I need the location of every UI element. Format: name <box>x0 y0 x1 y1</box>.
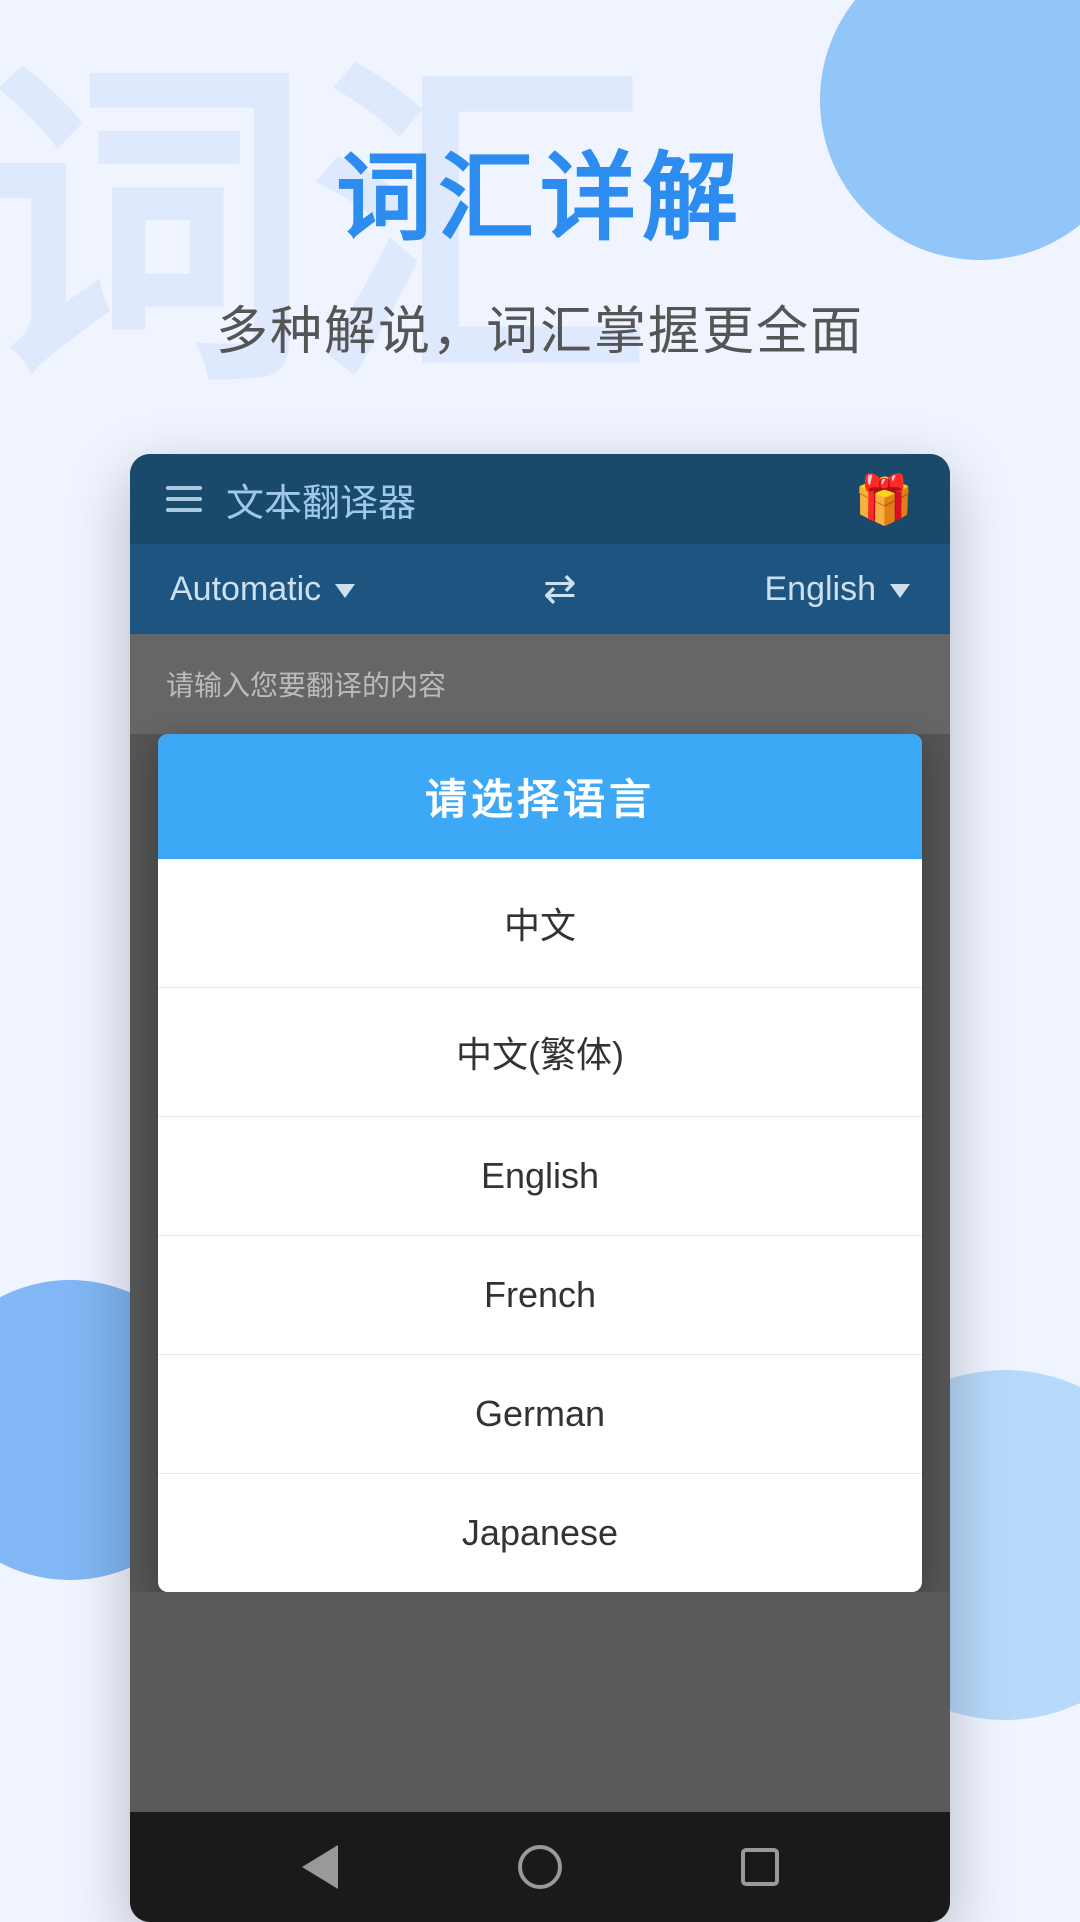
app-topbar: 文本翻译器 🎁 <box>130 454 950 544</box>
back-icon <box>302 1845 338 1889</box>
input-area: 请输入您要翻译的内容 <box>130 634 950 734</box>
app-title: 文本翻译器 <box>226 472 416 527</box>
main-title: 词汇详解 <box>60 120 1020 259</box>
language-item-zh-tw[interactable]: 中文(繁体) <box>158 988 922 1117</box>
gift-icon[interactable]: 🎁 <box>854 471 914 528</box>
recents-button[interactable] <box>720 1827 800 1907</box>
app-container: 文本翻译器 🎁 Automatic ⇄ English 请输入您要翻译的内容 请… <box>130 454 950 1922</box>
swap-icon[interactable]: ⇄ <box>543 566 577 612</box>
target-lang-label: English <box>764 570 876 609</box>
sub-title: 多种解说，词汇掌握更全面 <box>60 289 1020 364</box>
language-item-fr[interactable]: French <box>158 1236 922 1355</box>
language-dialog: 请选择语言 中文中文(繁体)EnglishFrenchGermanJapanes… <box>158 734 922 1592</box>
source-lang-dropdown-arrow <box>335 584 355 598</box>
source-lang-selector[interactable]: Automatic <box>170 570 355 609</box>
recents-icon <box>741 1848 779 1886</box>
language-item-de[interactable]: German <box>158 1355 922 1474</box>
gray-area <box>130 1592 950 1812</box>
menu-icon[interactable] <box>166 486 202 512</box>
language-item-ja[interactable]: Japanese <box>158 1474 922 1592</box>
dialog-header: 请选择语言 <box>158 734 922 859</box>
bottom-nav <box>130 1812 950 1922</box>
input-hint: 请输入您要翻译的内容 <box>166 670 446 701</box>
language-item-zh[interactable]: 中文 <box>158 859 922 988</box>
lang-bar: Automatic ⇄ English <box>130 544 950 634</box>
target-lang-dropdown-arrow <box>890 584 910 598</box>
target-lang-selector[interactable]: English <box>764 570 910 609</box>
top-section: 词汇详解 多种解说，词汇掌握更全面 <box>0 0 1080 424</box>
dialog-title: 请选择语言 <box>425 776 655 823</box>
source-lang-label: Automatic <box>170 570 321 609</box>
back-button[interactable] <box>280 1827 360 1907</box>
topbar-left: 文本翻译器 <box>166 472 416 527</box>
language-item-en[interactable]: English <box>158 1117 922 1236</box>
home-icon <box>518 1845 562 1889</box>
dialog-overlay: 请选择语言 中文中文(繁体)EnglishFrenchGermanJapanes… <box>130 734 950 1592</box>
language-list: 中文中文(繁体)EnglishFrenchGermanJapanese <box>158 859 922 1592</box>
home-button[interactable] <box>500 1827 580 1907</box>
